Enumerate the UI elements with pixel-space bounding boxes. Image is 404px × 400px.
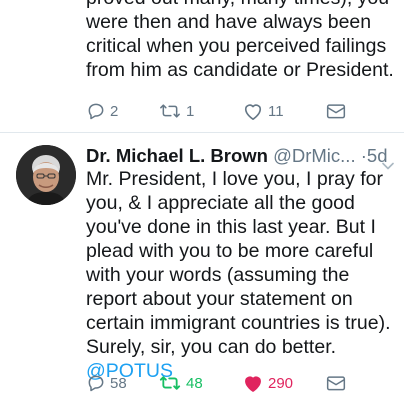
reply-icon — [88, 103, 104, 120]
tweet-body: Mr. President, I love you, I pray for yo… — [86, 168, 391, 358]
like-count: 11 — [268, 102, 284, 120]
retweet-icon — [159, 376, 181, 390]
avatar-image — [16, 145, 76, 205]
previous-tweet-actions: 2 1 11 — [86, 101, 356, 121]
reply-icon — [88, 375, 104, 392]
like-button[interactable]: 11 — [242, 101, 284, 121]
tweet-actions: 58 48 290 — [86, 373, 356, 393]
timeline: proved out many, many times), you were t… — [0, 0, 404, 400]
reply-button[interactable]: 58 — [86, 373, 127, 393]
reply-count: 58 — [110, 374, 127, 392]
tweet-header: Dr. Michael L. Brown @DrMic... ·5d — [86, 144, 398, 170]
like-button[interactable]: 290 — [242, 373, 293, 393]
retweet-button[interactable]: 48 — [158, 373, 203, 393]
avatar[interactable] — [16, 145, 76, 205]
display-name[interactable]: Dr. Michael L. Brown — [86, 145, 268, 166]
reply-button[interactable]: 2 — [86, 101, 118, 121]
direct-message-icon — [326, 376, 346, 391]
direct-message-icon — [326, 104, 346, 119]
direct-message-button[interactable] — [326, 102, 346, 120]
like-count: 290 — [268, 374, 294, 392]
like-icon — [244, 104, 262, 120]
previous-tweet-text: proved out many, many times), you were t… — [86, 0, 394, 81]
direct-message-button[interactable] — [326, 374, 346, 392]
tweet-text: Mr. President, I love you, I pray for yo… — [86, 167, 402, 383]
handle[interactable]: @DrMic... — [273, 145, 356, 166]
reply-count: 2 — [110, 102, 119, 120]
like-icon — [245, 376, 261, 392]
tweet-divider — [0, 132, 404, 133]
retweet-count: 48 — [186, 374, 203, 392]
retweet-icon — [160, 104, 180, 118]
retweet-count: 1 — [186, 102, 195, 120]
retweet-button[interactable]: 1 — [158, 101, 194, 121]
